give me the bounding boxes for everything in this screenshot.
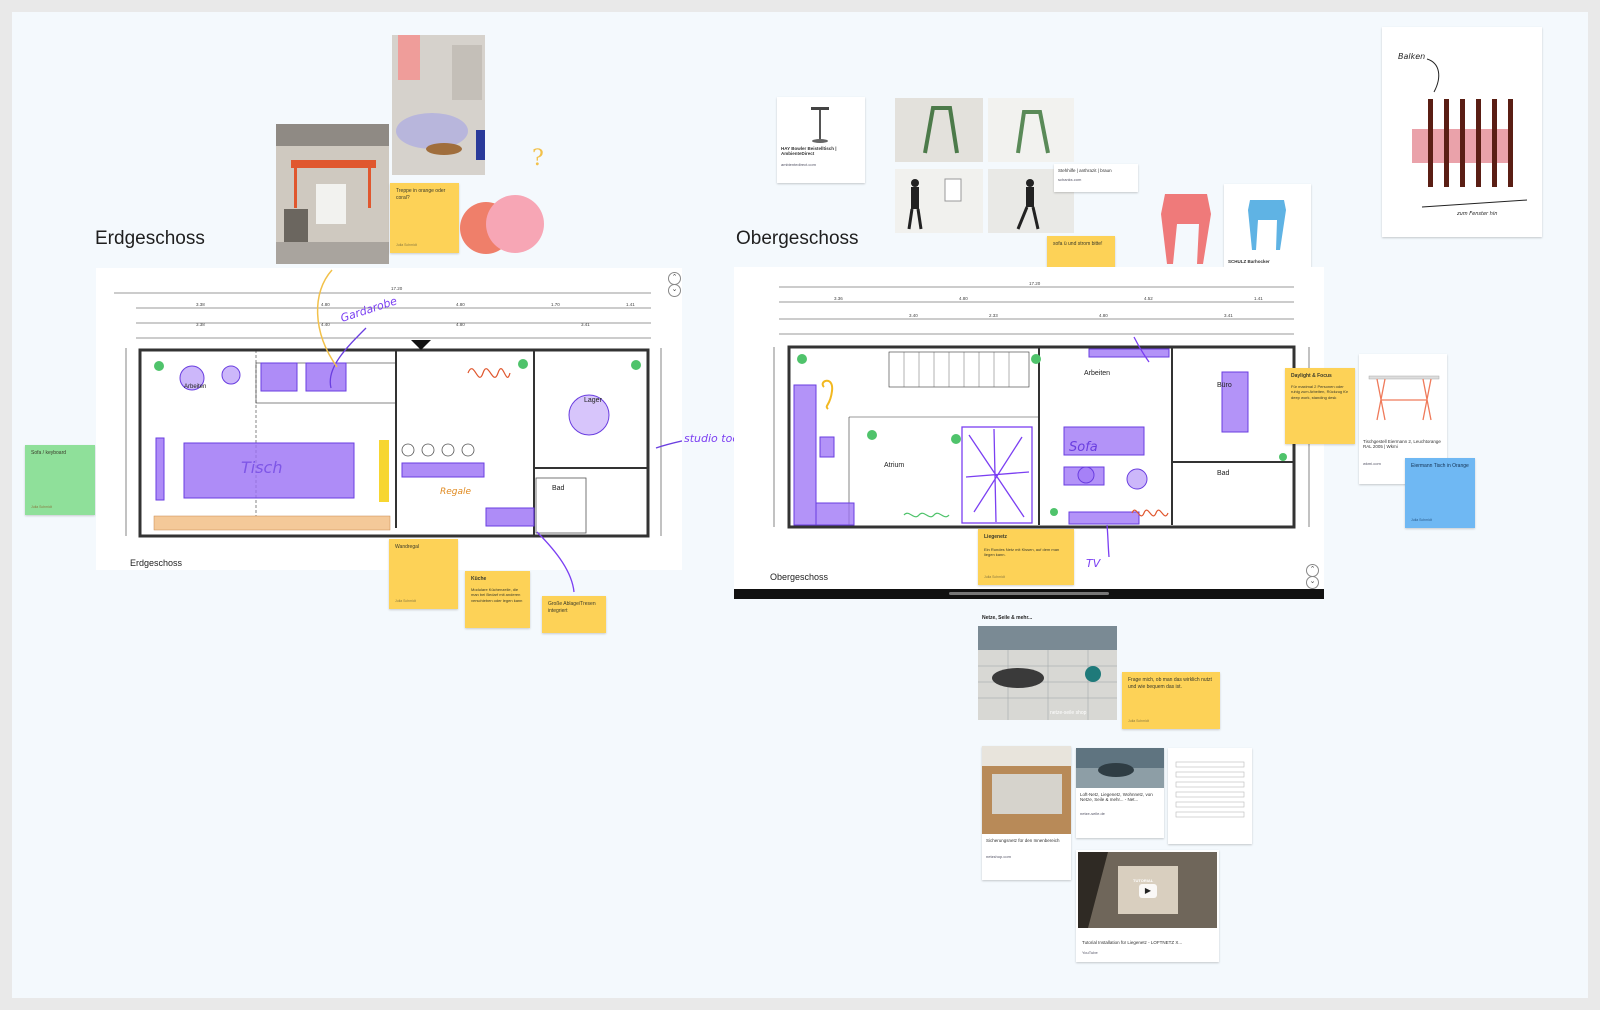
standing-stool-photo-1[interactable]: [895, 98, 983, 162]
netz-heading: Netze, Seile & mehr...: [982, 615, 1033, 621]
blue-stool-image: [1248, 200, 1286, 250]
card-tutorial-title: Tutorial Installation für Liegenetz - LO…: [1082, 940, 1183, 945]
room-bad-upper: Bad: [1217, 470, 1230, 477]
card-stehhilfe[interactable]: Stehhilfe | anthrazit | braun schanks.co…: [1054, 164, 1138, 192]
room-atrium: Atrium: [884, 462, 904, 469]
standing-stool-photo-2[interactable]: [988, 98, 1074, 162]
svg-text:4.80: 4.80: [1099, 313, 1108, 318]
sticky-ablage-text: Große Ablage/Tresen integriert: [548, 601, 596, 614]
card-form-screenshot[interactable]: [1168, 748, 1252, 845]
card-sicherungsnetz[interactable]: Sicherungsnetz für den Innenbereich netz…: [982, 746, 1071, 880]
zum-fenster-label: zum Fenster hin: [1456, 211, 1497, 217]
plan-label-obergeschoss: Obergeschoss: [770, 572, 829, 582]
card-loftnetz-title: Loft-Netz, Liegenetz, Wohnnetz, von Netz…: [1080, 792, 1153, 802]
svg-text:3.41: 3.41: [1224, 313, 1233, 318]
heading-obergeschoss: Obergeschoss: [736, 228, 859, 249]
sticky-eiermann-orange[interactable]: Eiermann Tisch in Orange Julia Schmidt: [1405, 458, 1475, 528]
card-hay-bowler[interactable]: HAY Bowler Beistelltisch | AmbienteDirec…: [777, 97, 865, 183]
card-loftnetz[interactable]: Loft-Netz, Liegenetz, Wohnnetz, von Netz…: [1076, 748, 1164, 838]
sticky-liegenetz[interactable]: Liegenetz Ein Rundes Netz mit Kissen, au…: [978, 529, 1074, 585]
bowler-table-image: [811, 107, 829, 143]
standing-person-photo-1[interactable]: [895, 169, 983, 233]
pink-stool-image[interactable]: [1157, 184, 1219, 266]
plan-scrollbar-thumb[interactable]: [949, 592, 1109, 595]
person-standing-image-1: [895, 169, 983, 233]
gardarobe-note: Gardarobe: [339, 294, 399, 325]
card-tutorial-video[interactable]: TUTORIAL ▶ Tutorial Installation für Lie…: [1076, 850, 1219, 962]
card-stehhilfe-url[interactable]: schanks.com: [1058, 177, 1134, 182]
sticky-daylight-title: Daylight & Focus: [1291, 373, 1332, 379]
sticky-netz-frage-text: Frage mich, ob man das wirklich nutzt un…: [1128, 677, 1212, 690]
room-arbeiten-upper: Arbeiten: [1084, 370, 1110, 377]
tutorial-video-thumbnail[interactable]: TUTORIAL ▶: [1078, 852, 1217, 928]
scroll-down-button-upper[interactable]: ⌄: [1306, 576, 1319, 589]
svg-text:2.33: 2.33: [989, 313, 998, 318]
regale-note: Regale: [440, 487, 472, 497]
svg-text:1.41: 1.41: [1254, 296, 1263, 301]
sticky-kueche-body: Modulare Küchenzeile, die man bei Bedarf…: [471, 586, 523, 603]
netz-shop-label: netze-seile shop: [1050, 710, 1087, 716]
liegenetz-image: [978, 626, 1117, 720]
sticky-ablage[interactable]: Große Ablage/Tresen integriert: [542, 596, 606, 633]
eiermann-table-image: [1368, 375, 1440, 421]
sofa-label: Sofa: [1069, 440, 1098, 455]
card-loftnetz-url[interactable]: netze-seile.de: [1076, 805, 1164, 816]
svg-text:4.80: 4.80: [959, 296, 968, 301]
tutorial-badge: TUTORIAL: [1133, 878, 1154, 883]
sticky-kueche-title: Küche: [471, 576, 487, 582]
sticky-daylight-body: Für maximal 2 Personen oder ruhig zum Ar…: [1291, 383, 1348, 400]
svg-text:3.40: 3.40: [909, 313, 918, 318]
card-hay-url[interactable]: ambientedirect.com: [781, 162, 861, 167]
card-stehhilfe-title: Stehhilfe | anthrazit | braun: [1058, 168, 1112, 173]
green-stool-image-1: [895, 98, 983, 162]
sticky-eiermann-text: Eiermann Tisch in Orange: [1411, 463, 1469, 469]
svg-text:3.36: 3.36: [834, 296, 843, 301]
sticky-daylight-focus[interactable]: Daylight & Focus Für maximal 2 Personen …: [1285, 368, 1355, 444]
sticky-liegenetz-title: Liegenetz: [984, 534, 1008, 540]
sticky-sofa-strom-text: sofa ü und strom bitte!: [1053, 241, 1103, 247]
balken-sketch: Balken zum Fenster hin: [1398, 52, 1528, 217]
room-buero: Büro: [1217, 382, 1232, 389]
video-play-button[interactable]: ▶: [1139, 884, 1157, 898]
form-screenshot-image: [1172, 761, 1248, 845]
balken-label: Balken: [1398, 52, 1425, 61]
balken-sketch-card[interactable]: Balken zum Fenster hin: [1382, 27, 1542, 237]
sticky-netz-frage[interactable]: Frage mich, ob man das wirklich nutzt un…: [1122, 672, 1220, 729]
tv-label: TV: [1086, 557, 1102, 570]
card-hay-title: HAY Bowler Beistelltisch | AmbienteDirec…: [781, 146, 837, 156]
loftnetz-image: [1076, 748, 1164, 788]
card-eiermann-title: Tischgestell Eiermann 2, Leuchtorange RA…: [1363, 439, 1441, 449]
liegenetz-photo[interactable]: netze-seile shop: [978, 626, 1117, 720]
card-sicherung-url[interactable]: netzshop.com: [982, 846, 1071, 859]
sticky-kueche[interactable]: Küche Modulare Küchenzeile, die man bei …: [465, 571, 530, 628]
green-stool-image-2: [988, 98, 1074, 162]
card-sicherung-title: Sicherungsnetz für den Innenbereich: [986, 838, 1060, 843]
svg-text:17.20: 17.20: [1029, 281, 1041, 286]
sicherungsnetz-image: [982, 746, 1071, 834]
sticky-liegenetz-body: Ein Rundes Netz mit Kissen, auf dem man …: [984, 546, 1060, 558]
whiteboard-canvas[interactable]: Erdgeschoss Treppe in orange oder coral?…: [12, 12, 1588, 998]
sticky-wandregal-text: Wandregal: [395, 544, 419, 550]
card-schulz-title: SCHULZ Barhocker: [1228, 259, 1270, 264]
card-tutorial-source[interactable]: YouTube: [1082, 950, 1098, 955]
sticky-wandregal[interactable]: Wandregal Julia Schmidt: [389, 539, 458, 609]
svg-text:4.52: 4.52: [1144, 296, 1153, 301]
plan-scrollbar-track[interactable]: [734, 589, 1324, 599]
